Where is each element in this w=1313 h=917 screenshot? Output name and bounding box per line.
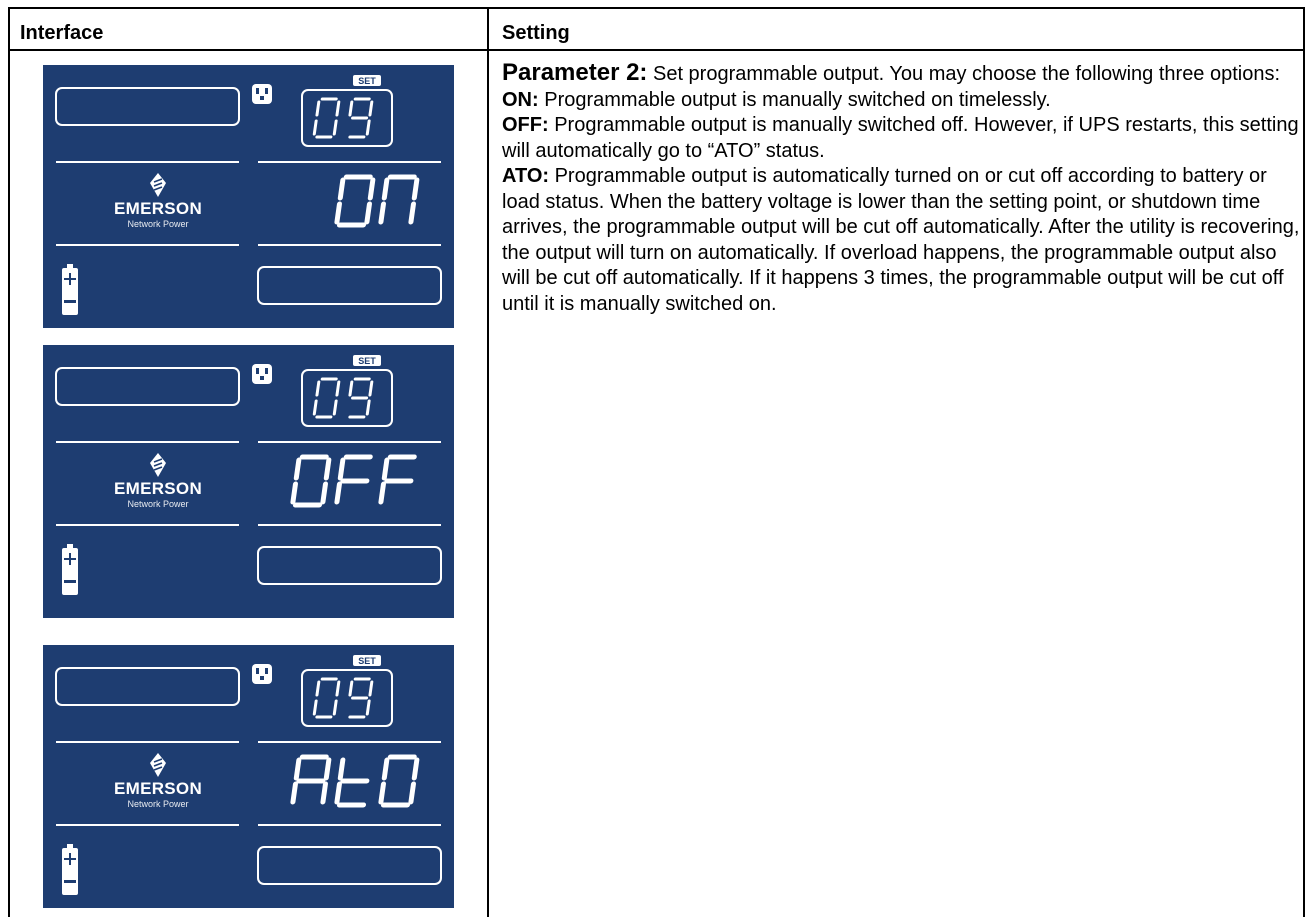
code-digit xyxy=(348,377,374,419)
emerson-logo: EMERSON Network Power xyxy=(103,753,213,809)
value-digit xyxy=(290,754,332,805)
table-border-top xyxy=(8,7,1305,9)
code-digit xyxy=(348,677,374,719)
lcd-panel-off: SET EMERSON Network Power xyxy=(43,345,454,618)
on-label: ON: xyxy=(502,88,539,111)
header-setting: Setting xyxy=(502,22,570,44)
lcd-panel-on: SET EMERSON Network Power xyxy=(43,65,454,328)
emerson-logo: EMERSON Network Power xyxy=(103,173,213,229)
empty-display-box xyxy=(55,87,240,126)
on-paragraph: ON: Programmable output is manually swit… xyxy=(502,88,1307,114)
emerson-mark-icon xyxy=(150,753,166,777)
ato-label: ATO: xyxy=(502,165,550,187)
set-label: SET xyxy=(358,76,376,86)
brand-name: EMERSON xyxy=(113,479,203,498)
param-text: Set programmable output. You may choose … xyxy=(647,63,1281,85)
brand-subtitle: Network Power xyxy=(127,219,189,229)
battery-icon xyxy=(62,264,78,315)
empty-display-box xyxy=(55,367,240,406)
value-digit xyxy=(378,754,420,808)
code-digit xyxy=(312,377,341,419)
lcd-panel-ato: SET EMERSON Network Power xyxy=(43,645,454,908)
code-digit xyxy=(348,97,374,139)
header-interface: Interface xyxy=(20,22,104,44)
header-divider xyxy=(8,49,1305,51)
value-digit xyxy=(378,174,420,225)
outlet-icon xyxy=(252,364,272,384)
ato-text: Programmable output is automatically tur… xyxy=(502,165,1300,315)
value-digit xyxy=(334,757,370,808)
set-badge: SET xyxy=(353,655,381,666)
off-paragraph: OFF: Programmable output is manually swi… xyxy=(502,113,1307,164)
param-paragraph: Parameter 2: Set programmable output. Yo… xyxy=(502,60,1307,88)
brand-subtitle: Network Power xyxy=(127,499,189,509)
brand-name: EMERSON xyxy=(113,199,203,218)
empty-display-box xyxy=(257,546,442,585)
setting-description: Parameter 2: Set programmable output. Yo… xyxy=(502,60,1307,317)
value-digit xyxy=(334,454,373,505)
emerson-logo: EMERSON Network Power xyxy=(103,453,213,509)
empty-display-box xyxy=(257,846,442,885)
column-divider xyxy=(487,7,489,917)
battery-icon xyxy=(62,544,78,595)
battery-icon xyxy=(62,844,78,895)
empty-display-box xyxy=(55,667,240,706)
brand-name: EMERSON xyxy=(113,779,203,798)
value-digit xyxy=(290,454,332,508)
value-digit xyxy=(378,454,417,505)
off-text: Programmable output is manually switched… xyxy=(502,114,1299,162)
code-digit xyxy=(312,97,341,139)
emerson-mark-icon xyxy=(150,173,166,197)
value-digit xyxy=(334,174,376,228)
brand-subtitle: Network Power xyxy=(127,799,189,809)
outlet-icon xyxy=(252,664,272,684)
off-label: OFF: xyxy=(502,114,549,136)
code-digit xyxy=(312,677,341,719)
emerson-mark-icon xyxy=(150,453,166,477)
set-badge: SET xyxy=(353,355,381,366)
on-text: Programmable output is manually switched… xyxy=(538,88,1051,111)
set-label: SET xyxy=(358,656,376,666)
ato-paragraph: ATO: Programmable output is automaticall… xyxy=(502,164,1307,317)
set-label: SET xyxy=(358,356,376,366)
param-label: Parameter 2: xyxy=(502,59,648,86)
table-border-left xyxy=(8,7,10,917)
empty-display-box xyxy=(257,266,442,305)
set-badge: SET xyxy=(353,75,381,86)
outlet-icon xyxy=(252,84,272,104)
